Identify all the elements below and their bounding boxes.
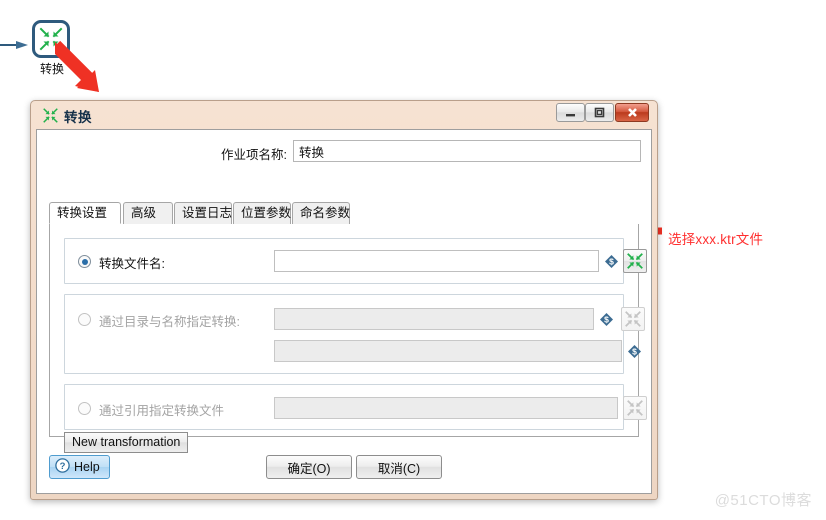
dialog-body: 作业项名称: 转换设置 高级 设置日志 位置参数 命名参数 [36,129,652,494]
radio-transformation-filename[interactable] [78,255,91,268]
transformation-name-input[interactable] [274,340,622,362]
radio-label-directory-and-name: 通过目录与名称指定转换: [99,315,240,329]
tab-strip: 转换设置 高级 设置日志 位置参数 命名参数 [49,202,639,225]
browse-directory-button[interactable] [621,307,645,331]
new-transformation-button[interactable]: New transformation [64,432,189,453]
radio-directory-and-name[interactable] [78,313,91,326]
minimize-button[interactable] [556,103,585,122]
dialog-title: 转换 [64,110,92,125]
svg-text:$: $ [604,315,609,325]
browse-transformation-button[interactable] [623,249,647,273]
transformation-filename-input[interactable] [274,250,599,272]
tab-label: 高级 [131,206,157,220]
watermark: @51CTO博客 [714,492,812,509]
transformation-browse-icon [627,253,643,269]
tab-label: 命名参数 [300,206,351,220]
job-entry-name-input[interactable] [293,140,641,162]
tab-positional-params[interactable]: 位置参数 [233,202,291,224]
tab-page-transformation-settings: 转换文件名: $ 通过目录与名称指定转换: $ $ 通过引用指定转换文件 New… [49,224,647,453]
radio-label-transformation-filename: 转换文件名: [99,257,165,271]
transformation-icon [43,108,58,128]
tab-label: 转换设置 [57,206,108,220]
question-mark-icon: ? [55,458,70,476]
reference-input[interactable] [274,397,618,419]
dialog-title-bar[interactable]: 转换 [31,101,657,129]
help-button[interactable]: ? Help [49,455,110,479]
tab-named-params[interactable]: 命名参数 [292,202,350,224]
tab-log-settings[interactable]: 设置日志 [174,202,232,224]
tab-transformation-settings[interactable]: 转换设置 [49,202,121,224]
hop-arrow-icon [0,36,34,49]
svg-text:$: $ [609,257,614,267]
annotation-browse-note: 选择xxx.ktr文件 [668,232,764,247]
dollar-variable-icon[interactable]: $ [628,345,641,358]
transformation-browse-icon [627,400,643,416]
ok-button[interactable]: 确定(O) [266,455,352,479]
tab-folder: 转换设置 高级 设置日志 位置参数 命名参数 转换文件名: $ 通过目录与名称指… [49,202,647,453]
option-group-filename: 转换文件名: $ [64,238,647,284]
canvas-node-transformation[interactable] [32,20,70,58]
browse-reference-button[interactable] [623,396,647,420]
tab-advanced[interactable]: 高级 [123,202,173,224]
option-group-reference: 通过引用指定转换文件 [64,384,647,430]
cancel-button[interactable]: 取消(C) [356,455,442,479]
canvas-node-label: 转换 [39,62,64,76]
svg-text:?: ? [60,461,66,472]
directory-input[interactable] [274,308,594,330]
transformation-browse-icon [625,311,641,327]
transformation-dialog: 转换 作业项名称: 转换 转换设置 高级 设置日志 位置参数 命名参数 转换文件… [30,100,658,500]
close-button[interactable] [615,103,649,122]
svg-text:$: $ [632,347,637,357]
tab-label: 设置日志 [182,206,233,220]
dollar-variable-icon[interactable]: $ [605,255,618,268]
close-icon [627,108,637,117]
job-entry-name-row: 作业项名称: [37,140,651,166]
radio-label-by-reference: 通过引用指定转换文件 [99,404,225,418]
radio-by-reference[interactable] [78,402,91,415]
option-group-directory-name: 通过目录与名称指定转换: $ $ [64,294,645,374]
maximize-button[interactable] [585,103,614,122]
job-entry-name-label: 作业项名称: [221,148,287,162]
tab-label: 位置参数 [241,206,292,220]
dollar-variable-icon[interactable]: $ [600,313,613,326]
minimize-icon [566,114,575,117]
maximize-icon [594,107,605,118]
transformation-icon [39,27,63,51]
help-label: Help [74,460,100,474]
